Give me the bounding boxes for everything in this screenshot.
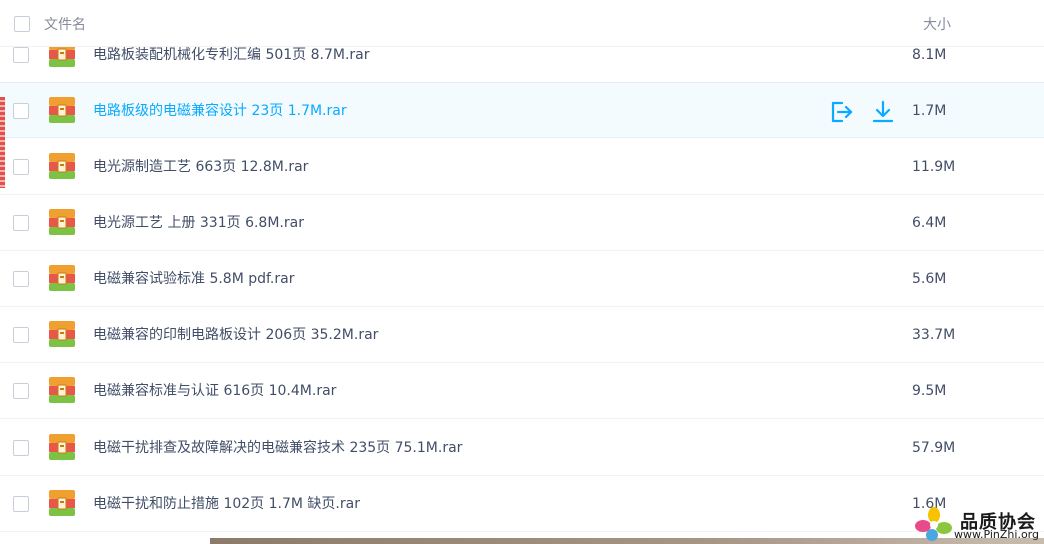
file-size: 6.4M [912, 215, 947, 231]
file-row[interactable]: 电磁兼容的印制电路板设计 206页 35.2M.rar 33.7M [0, 307, 1044, 363]
select-all-checkbox[interactable] [14, 16, 30, 32]
file-name-link[interactable]: 电磁干扰排查及故障解决的电磁兼容技术 235页 75.1M.rar [93, 420, 462, 476]
file-row[interactable]: 电磁兼容试验标准 5.8M pdf.rar 5.6M [0, 251, 1044, 307]
row-checkbox[interactable] [13, 103, 29, 119]
file-row[interactable]: 电路板级的电磁兼容设计 23页 1.7M.rar 1.7M [0, 82, 1044, 138]
file-name-link[interactable]: 电磁兼容的印制电路板设计 206页 35.2M.rar [93, 307, 378, 363]
file-name-link[interactable]: 电磁干扰和防止措施 102页 1.7M 缺页.rar [93, 476, 360, 532]
row-checkbox[interactable] [13, 271, 29, 287]
file-name-link[interactable]: 电磁兼容标准与认证 616页 10.4M.rar [93, 363, 336, 419]
file-row[interactable]: 电光源制造工艺 663页 12.8M.rar 11.9M [0, 139, 1044, 195]
file-size: 57.9M [912, 440, 956, 456]
file-row[interactable]: 电磁干扰和防止措施 102页 1.7M 缺页.rar 1.6M [0, 476, 1044, 532]
archive-file-icon [49, 490, 75, 516]
file-name-link[interactable]: 电光源工艺 上册 331页 6.8M.rar [93, 195, 304, 251]
archive-file-icon [49, 209, 75, 235]
file-name-link[interactable]: 电光源制造工艺 663页 12.8M.rar [93, 139, 308, 195]
pinzhi-watermark: 品质协会 www.PinZhi.org [914, 506, 1040, 542]
file-size: 5.6M [912, 271, 947, 287]
file-name-link[interactable]: 电磁兼容试验标准 5.8M pdf.rar [93, 251, 294, 307]
watermark-url: www.PinZhi.org [954, 528, 1039, 541]
column-header-filename[interactable]: 文件名 [44, 14, 86, 34]
selection-marker [0, 97, 5, 188]
file-row[interactable]: 电磁干扰排查及故障解决的电磁兼容技术 235页 75.1M.rar 57.9M [0, 420, 1044, 476]
file-name-link[interactable]: 电路板级的电磁兼容设计 23页 1.7M.rar [93, 83, 347, 139]
row-checkbox[interactable] [13, 383, 29, 399]
file-size: 9.5M [912, 383, 947, 399]
archive-file-icon [49, 153, 75, 179]
download-icon[interactable] [870, 99, 896, 125]
row-checkbox[interactable] [13, 496, 29, 512]
file-list-header: 文件名 大小 [0, 0, 1044, 47]
row-checkbox[interactable] [13, 159, 29, 175]
archive-file-icon [49, 265, 75, 291]
row-checkbox[interactable] [13, 440, 29, 456]
archive-file-icon [49, 321, 75, 347]
row-checkbox[interactable] [13, 327, 29, 343]
file-size: 11.9M [912, 159, 956, 175]
row-checkbox[interactable] [13, 215, 29, 231]
archive-file-icon [49, 97, 75, 123]
file-row[interactable]: 电光源工艺 上册 331页 6.8M.rar 6.4M [0, 195, 1044, 251]
row-checkbox[interactable] [13, 47, 29, 63]
file-size: 33.7M [912, 327, 956, 343]
file-row[interactable]: 电磁兼容标准与认证 616页 10.4M.rar 9.5M [0, 363, 1044, 419]
file-size: 1.7M [912, 103, 947, 119]
share-icon[interactable] [828, 99, 854, 125]
archive-file-icon [49, 377, 75, 403]
flower-logo-icon [915, 507, 952, 541]
column-header-size[interactable]: 大小 [923, 14, 951, 34]
archive-file-icon [49, 434, 75, 460]
